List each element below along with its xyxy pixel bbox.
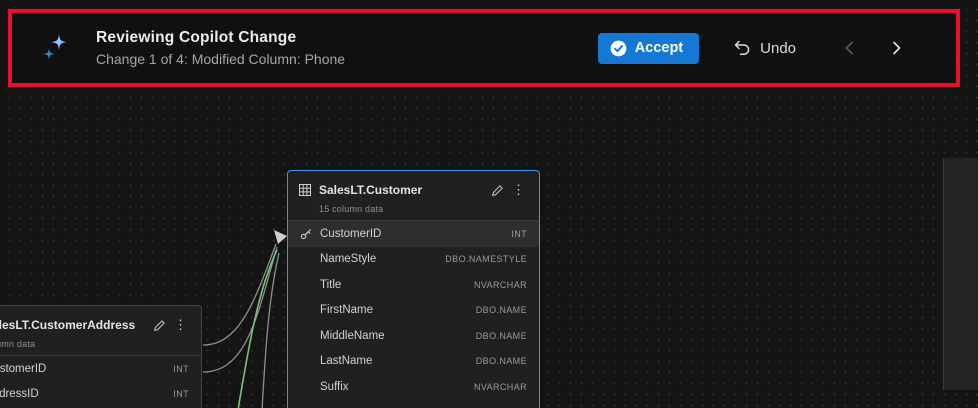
column-type: INT <box>173 364 189 374</box>
column-list: CustomerID INT AddressID INT <box>0 356 201 408</box>
column-type: INT <box>511 229 527 239</box>
accept-button[interactable]: Accept <box>598 33 699 64</box>
relationship-arrowhead <box>274 230 287 244</box>
relationship-edge-highlighted[interactable] <box>238 250 277 408</box>
next-change-button[interactable] <box>886 38 906 58</box>
relationship-edge[interactable] <box>203 244 276 345</box>
undo-button[interactable]: Undo <box>729 33 800 63</box>
column-name: NameStyle <box>320 253 376 265</box>
column-row[interactable]: FirstName DBO.NAME <box>288 298 539 324</box>
banner-subtitle: Change 1 of 4: Modified Column: Phone <box>96 51 345 67</box>
accept-button-label: Accept <box>635 40 683 56</box>
column-type: INT <box>173 389 189 399</box>
table-more-button[interactable]: ⋮ <box>508 182 529 198</box>
column-name: FirstName <box>320 304 373 316</box>
column-type: DBO.NAME <box>476 331 527 341</box>
primary-key-icon <box>300 228 312 240</box>
column-type: DBO.NAMESTYLE <box>445 254 527 264</box>
column-name: LastName <box>320 355 372 367</box>
table-more-button[interactable]: ⋮ <box>170 317 191 333</box>
column-name: Title <box>320 279 341 291</box>
table-card-header[interactable]: SalesLT.CustomerAddress ⋮ column data <box>0 306 201 356</box>
partial-table-card-right[interactable] <box>943 158 978 390</box>
column-list: CustomerID INT NameStyle DBO.NAMESTYLE Title… <box>288 221 539 408</box>
column-type: NVARCHAR <box>474 280 527 290</box>
column-row[interactable]: NameStyle DBO.NAMESTYLE <box>288 247 539 273</box>
column-row[interactable]: CustomerID INT <box>288 221 539 247</box>
column-name: Suffix <box>320 381 349 393</box>
pencil-icon <box>153 319 166 332</box>
chevron-right-icon <box>888 40 904 56</box>
column-type: NVARCHAR <box>474 382 527 392</box>
table-subtitle: 15 column data <box>319 204 529 214</box>
table-card-customer-address[interactable]: SalesLT.CustomerAddress ⋮ column data Cu… <box>0 305 202 408</box>
column-type: DBO.NAME <box>476 356 527 366</box>
change-navigation <box>840 38 906 58</box>
ellipsis-vertical-icon: ⋮ <box>174 317 187 332</box>
banner-title: Reviewing Copilot Change <box>96 29 345 47</box>
undo-icon <box>733 39 751 57</box>
column-name: CustomerID <box>320 228 381 240</box>
check-circle-icon <box>610 40 627 57</box>
ellipsis-vertical-icon: ⋮ <box>512 182 525 197</box>
table-icon <box>298 183 312 197</box>
column-row[interactable]: Suffix NVARCHAR <box>288 374 539 400</box>
column-name: MiddleName <box>320 330 385 342</box>
column-row[interactable]: CustomerID INT <box>0 356 201 382</box>
table-card-header[interactable]: SalesLT.Customer ⋮ 15 column data <box>288 171 539 221</box>
relationship-edge[interactable] <box>262 253 279 408</box>
undo-button-label: Undo <box>760 40 796 57</box>
column-row[interactable]: AddressID INT <box>0 382 201 408</box>
table-title: SalesLT.CustomerAddress <box>0 318 135 332</box>
copilot-sparkle-icon <box>38 31 72 65</box>
previous-change-button[interactable] <box>840 38 860 58</box>
edit-table-button[interactable] <box>487 182 508 199</box>
primary-key-icon-slot <box>300 228 320 240</box>
table-card-customer[interactable]: SalesLT.Customer ⋮ 15 column data Custom… <box>287 170 540 408</box>
table-subtitle: column data <box>0 339 191 349</box>
edit-table-button[interactable] <box>149 317 170 334</box>
column-name: CustomerID <box>0 363 46 375</box>
copilot-review-banner: Reviewing Copilot Change Change 1 of 4: … <box>8 9 960 87</box>
banner-text: Reviewing Copilot Change Change 1 of 4: … <box>96 29 345 67</box>
column-row[interactable]: MiddleName DBO.NAME <box>288 323 539 349</box>
table-title: SalesLT.Customer <box>319 183 422 197</box>
schema-designer-canvas[interactable]: Reviewing Copilot Change Change 1 of 4: … <box>0 0 978 408</box>
pencil-icon <box>491 184 504 197</box>
chevron-left-icon <box>842 40 858 56</box>
column-row[interactable]: Title NVARCHAR <box>288 272 539 298</box>
column-name: AddressID <box>0 388 39 400</box>
column-row[interactable]: LastName DBO.NAME <box>288 349 539 375</box>
column-type: DBO.NAME <box>476 305 527 315</box>
